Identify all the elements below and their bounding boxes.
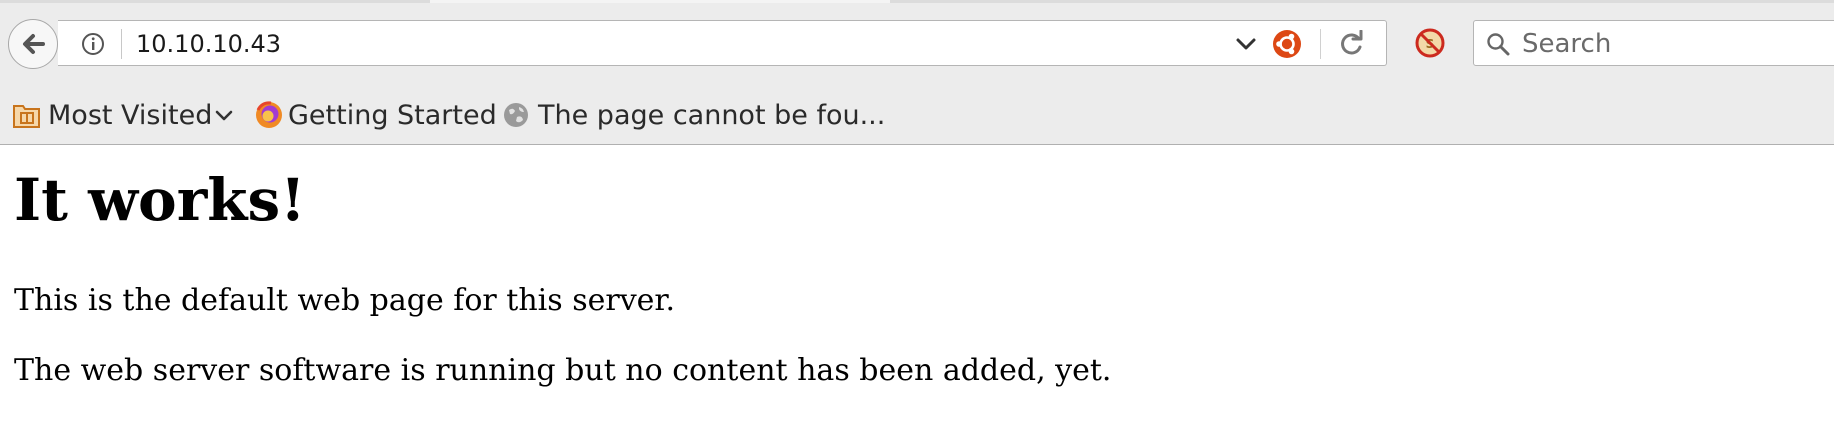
bookmarks-toolbar: Most Visited Getting Started The page ca… [0,85,1834,145]
ubuntu-icon[interactable] [1272,29,1302,59]
page-heading: It works! [14,166,306,234]
bookmark-label: Getting Started [288,99,497,131]
back-button[interactable] [8,19,58,69]
page-paragraph: The web server software is running but n… [14,353,1112,388]
back-arrow-icon [23,34,45,54]
search-box[interactable]: Search [1473,20,1834,66]
bookmark-page-not-found[interactable]: The page cannot be fou... [502,97,885,133]
url-bar[interactable]: 10.10.10.43 [58,20,1387,66]
url-separator [121,29,122,59]
bookmark-most-visited[interactable]: Most Visited [12,97,233,133]
globe-icon [504,103,528,127]
navigation-toolbar: 10.10.10.43 S Search [0,0,1834,85]
search-input[interactable]: Search [1522,31,1611,57]
bookmark-label: The page cannot be fou... [538,99,886,131]
bookmark-getting-started[interactable]: Getting Started [254,97,497,133]
search-icon [1487,33,1510,56]
chevron-down-icon [216,110,233,121]
url-separator-right [1320,29,1321,59]
url-text[interactable]: 10.10.10.43 [136,31,281,57]
firefox-icon [256,101,282,128]
page-paragraph: This is the default web page for this se… [14,283,675,318]
chevron-down-icon[interactable] [1235,35,1257,53]
noscript-icon[interactable]: S [1414,27,1446,59]
reload-icon[interactable] [1338,30,1366,58]
tab-strip-edge [0,0,1834,3]
folder-icon [13,105,40,128]
bookmark-label: Most Visited [48,99,213,131]
info-icon[interactable] [81,32,105,56]
